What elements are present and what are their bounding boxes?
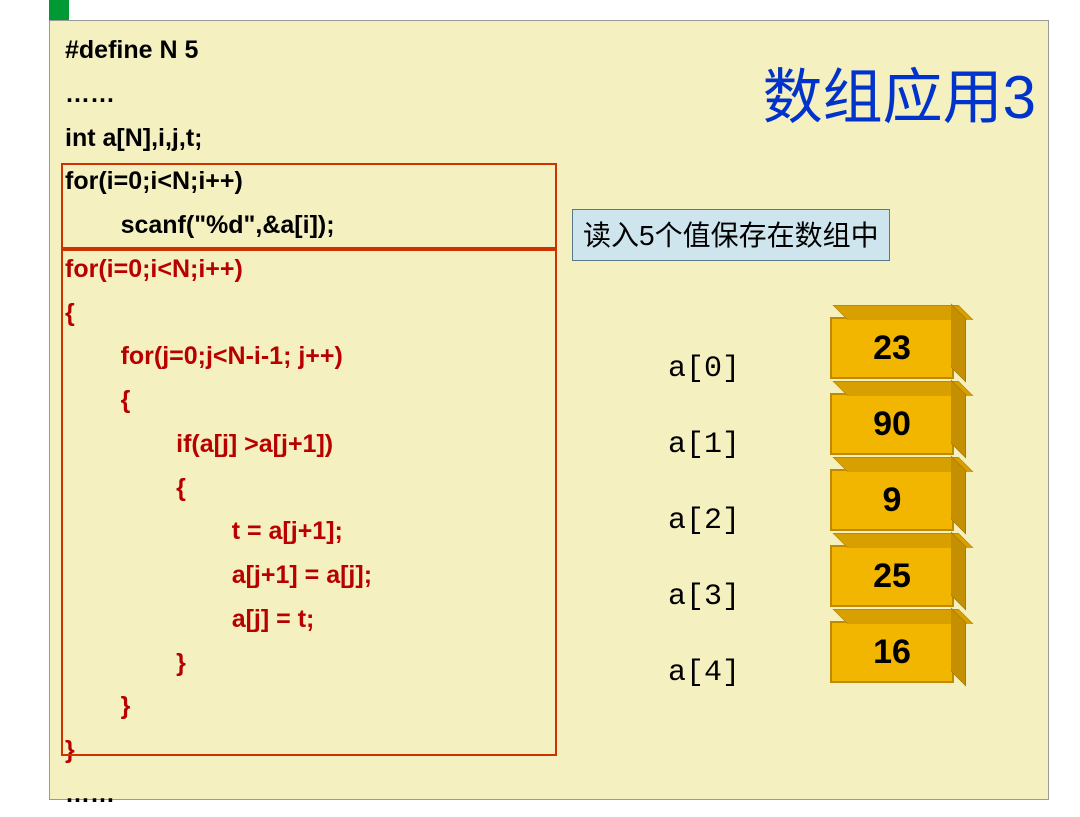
code-line: { <box>65 292 585 336</box>
code-line: scanf("%d",&a[i]); <box>65 204 585 248</box>
code-line: for(i=0;i<N;i++) <box>65 160 585 204</box>
array-label: a[3] <box>620 559 780 635</box>
array-values-stack: 23 90 9 25 16 <box>830 317 954 697</box>
code-line: t = a[j+1]; <box>65 510 585 554</box>
code-line: { <box>65 467 585 511</box>
slide-body: 数组应用3 #define N 5 …… int a[N],i,j,t; for… <box>49 20 1049 800</box>
code-line: for(j=0;j<N-i-1; j++) <box>65 335 585 379</box>
array-label: a[1] <box>620 407 780 483</box>
slide-title: 数组应用3 <box>763 49 1036 136</box>
array-label: a[2] <box>620 483 780 559</box>
code-block: #define N 5 …… int a[N],i,j,t; for(i=0;i… <box>65 29 585 817</box>
array-label: a[0] <box>620 331 780 407</box>
array-cell: 16 <box>830 621 954 683</box>
array-cell: 9 <box>830 469 954 531</box>
code-line: for(i=0;i<N;i++) <box>65 248 585 292</box>
array-cell: 90 <box>830 393 954 455</box>
array-cell: 25 <box>830 545 954 607</box>
code-line: int a[N],i,j,t; <box>65 117 585 161</box>
array-label: a[4] <box>620 635 780 711</box>
array-index-labels: a[0] a[1] a[2] a[3] a[4] <box>620 331 780 711</box>
code-line: { <box>65 379 585 423</box>
code-line: } <box>65 729 585 773</box>
code-line: #define N 5 <box>65 29 585 73</box>
annotation-box: 读入5个值保存在数组中 <box>572 209 890 261</box>
decorative-bar <box>49 0 69 20</box>
code-line: } <box>65 642 585 686</box>
code-line: } <box>65 685 585 729</box>
code-line: if(a[j] >a[j+1]) <box>65 423 585 467</box>
code-line: …… <box>65 73 585 117</box>
array-cell: 23 <box>830 317 954 379</box>
code-line: a[j+1] = a[j]; <box>65 554 585 598</box>
code-line: a[j] = t; <box>65 598 585 642</box>
